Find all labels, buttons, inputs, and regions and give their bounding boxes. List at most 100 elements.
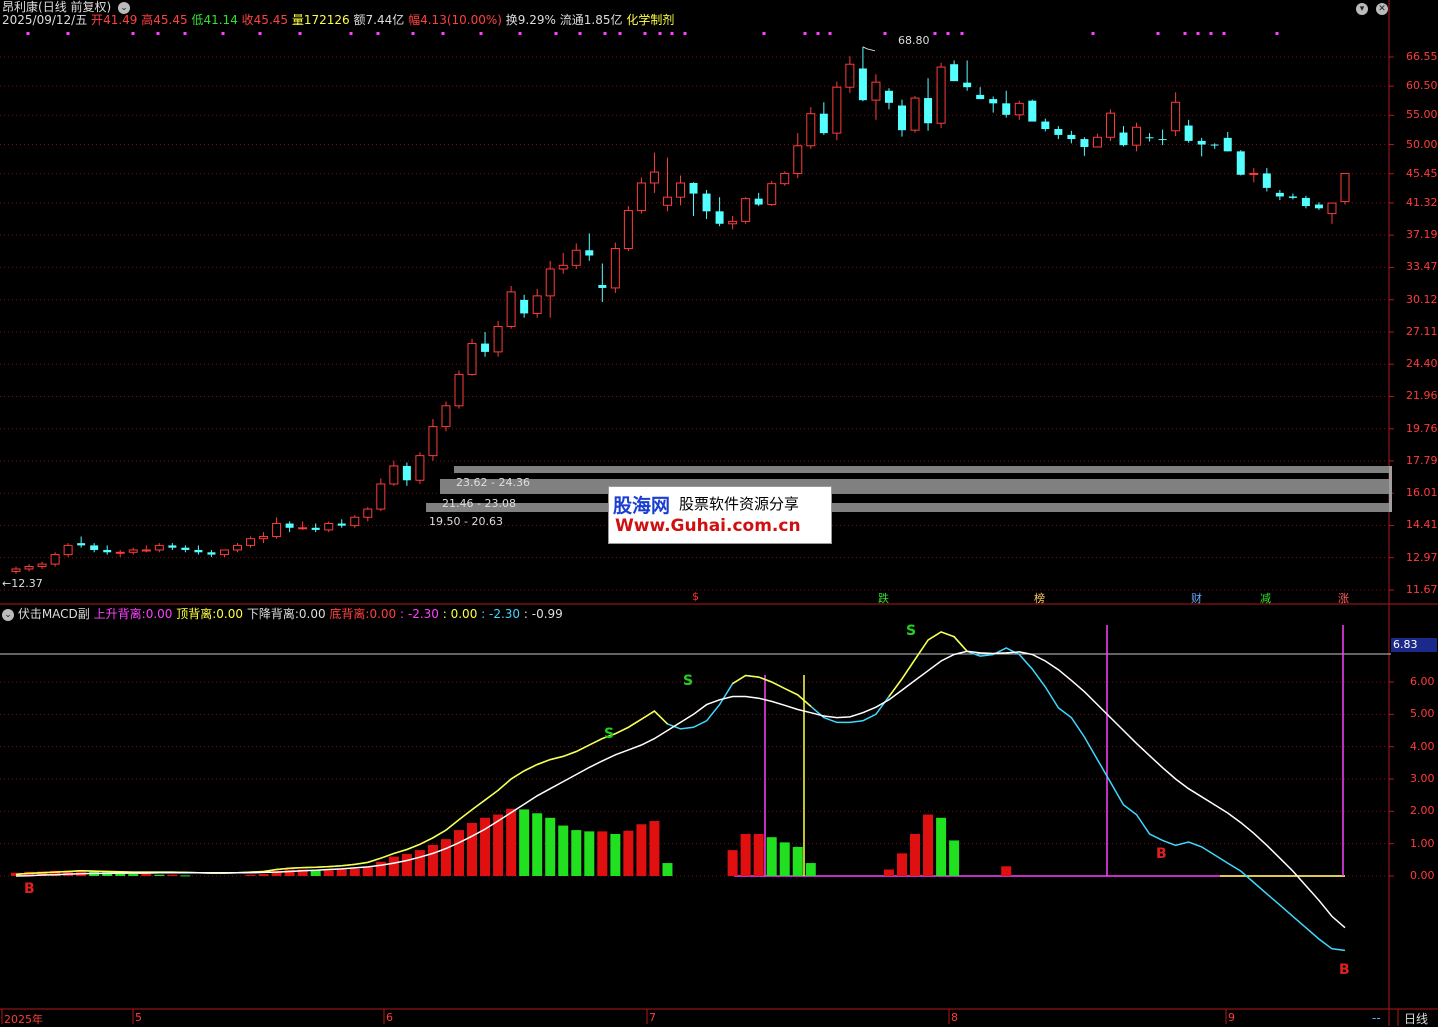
top-div-value: 0.00	[216, 607, 243, 621]
event-marker[interactable]: 涨	[1338, 590, 1349, 606]
candle-body	[702, 193, 711, 212]
candle-body	[715, 211, 724, 224]
candle-body	[545, 268, 555, 297]
candle-body	[454, 373, 464, 407]
time-label: 8	[951, 1011, 958, 1024]
macd-tick-label: 3.00	[1410, 772, 1435, 785]
macd-histogram-bar	[440, 839, 451, 876]
candle-body	[298, 527, 308, 530]
event-marker[interactable]: 财	[1191, 590, 1202, 606]
marker-dot	[960, 32, 964, 35]
marker-dot	[298, 32, 302, 35]
event-marker[interactable]: 减	[1260, 590, 1271, 606]
macd-tick-label: 0.00	[1410, 869, 1435, 882]
candle-body	[154, 544, 164, 551]
macd-histogram-bar	[323, 870, 334, 876]
candle-body	[181, 547, 190, 550]
candle-body	[1028, 100, 1037, 122]
support-band-3	[426, 503, 1389, 512]
quote-date: 2025/09/12/五	[2, 13, 88, 27]
macd-histogram-bar	[506, 808, 517, 876]
macd-tick-label: 6.00	[1410, 675, 1435, 688]
indicator-current-value: 6.83	[1391, 638, 1437, 652]
marker-dot	[603, 32, 607, 35]
macd-histogram-bar	[519, 809, 530, 876]
amount-value: 7.44亿	[365, 13, 405, 27]
candle-body	[207, 552, 216, 555]
price-tick-label: 16.01	[1406, 486, 1438, 500]
candle-body	[141, 549, 151, 552]
macd-histogram-bar	[766, 837, 777, 876]
price-tick-label: 11.67	[1406, 583, 1438, 596]
candle-body	[168, 545, 177, 548]
dif-line-rising	[15, 710, 669, 876]
event-marker[interactable]: 榜	[1034, 590, 1045, 606]
macd-histogram-bar	[362, 866, 373, 876]
macd-histogram-bar	[128, 874, 139, 876]
event-marker[interactable]: 跌	[878, 590, 889, 606]
macd-histogram-bar	[883, 869, 894, 876]
support-band-1	[454, 466, 1389, 473]
max-price-label: 68.80	[898, 34, 930, 47]
scroll-dash[interactable]: --	[1372, 1011, 1381, 1025]
open-label: 开	[91, 13, 104, 27]
period-tab[interactable]: 日线	[1404, 1010, 1428, 1027]
macd-tick-label: 4.00	[1410, 739, 1435, 753]
window-minimize-icon[interactable]: ▾	[1356, 3, 1368, 15]
indicator-v3: : -2.30	[481, 607, 521, 621]
price-tick-label: 37.19	[1406, 228, 1438, 242]
chevron-down-icon[interactable]: ⌄	[118, 1, 131, 14]
macd-histogram-bar	[245, 874, 256, 876]
candle-body	[415, 455, 425, 481]
price-tick-label: 17.79	[1406, 453, 1438, 467]
candle-body	[363, 508, 373, 518]
macd-histogram-bar	[180, 875, 191, 877]
marker-dot	[1222, 32, 1226, 35]
candle-body	[11, 568, 21, 572]
indicator-name[interactable]: 伏击MACD副	[18, 607, 90, 621]
price-tick-label: 41.32	[1406, 195, 1438, 209]
macd-histogram-bar	[910, 833, 921, 876]
candle-body	[77, 543, 86, 546]
macd-histogram-bar	[414, 850, 425, 876]
price-tick-label: 33.47	[1406, 260, 1438, 274]
dif-line-rising	[888, 631, 968, 697]
macd-histogram-bar	[636, 824, 647, 876]
candle-body	[728, 220, 738, 225]
sell-signal: S	[906, 623, 917, 639]
macd-histogram-bar	[923, 814, 934, 876]
marker-dot	[66, 32, 70, 35]
candle-body	[103, 549, 112, 553]
candle-body	[115, 551, 125, 554]
macd-histogram-bar	[610, 833, 621, 876]
marker-dot	[258, 32, 262, 35]
macd-histogram-bar	[897, 853, 907, 876]
bottom-div-label: 底背离:	[329, 607, 370, 621]
turnover-label: 换	[505, 13, 518, 27]
candle-body	[936, 66, 946, 124]
price-tick-label: 30.12	[1406, 292, 1438, 306]
max-price-pointer	[862, 46, 876, 52]
candle-body	[324, 523, 334, 531]
candle-body	[532, 295, 542, 314]
window-close-icon[interactable]: ✕	[1376, 3, 1388, 15]
down-div-label: 下降背离:	[246, 607, 299, 621]
candle-body	[793, 145, 803, 174]
marker-dot	[1209, 32, 1213, 35]
candle-body	[1092, 136, 1102, 148]
candle-body	[924, 98, 933, 124]
range-label: 幅	[408, 13, 421, 27]
time-label: 5	[135, 1011, 142, 1024]
macd-histogram-bar	[949, 840, 960, 876]
indicator-menu-icon[interactable]: ⌄	[2, 608, 14, 621]
concept-tag[interactable]: 化学制剂	[626, 13, 674, 27]
candle-body	[520, 299, 529, 314]
candle-body	[1223, 137, 1232, 152]
candle-body	[1249, 172, 1259, 175]
event-marker[interactable]: $	[692, 590, 699, 603]
candle-body	[1080, 139, 1089, 147]
band-label-3: 19.50 - 20.63	[429, 515, 503, 528]
candle-body	[1145, 137, 1154, 139]
candle-body	[1171, 101, 1181, 132]
macd-histogram-bar	[558, 825, 569, 876]
